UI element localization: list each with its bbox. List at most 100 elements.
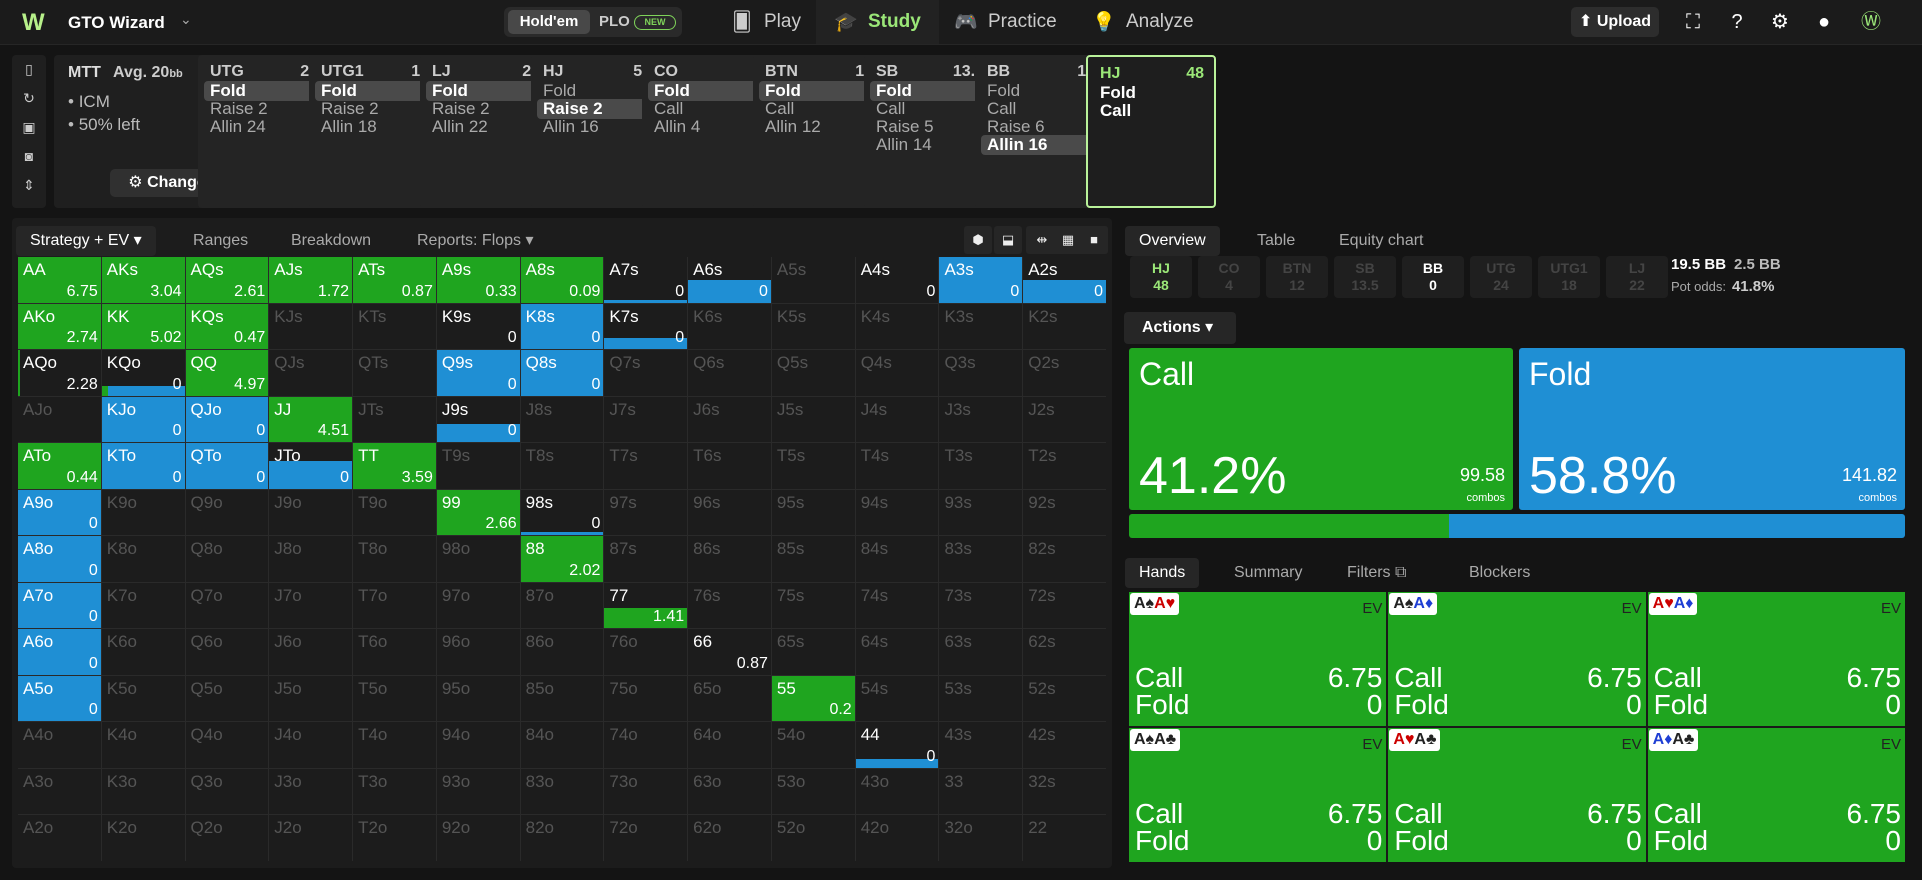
- hand-cell[interactable]: 43o: [855, 768, 939, 815]
- hand-cell[interactable]: A9o 0: [18, 489, 101, 536]
- hand-cell[interactable]: T6s: [688, 443, 771, 489]
- position-action[interactable]: Fold: [537, 81, 655, 101]
- hand-cell[interactable]: J4o: [269, 722, 353, 768]
- tab-table[interactable]: Table: [1257, 226, 1295, 256]
- hand-cell[interactable]: Q7o: [185, 582, 269, 629]
- hand-cell[interactable]: 22: [1023, 815, 1106, 861]
- position-action[interactable]: Allin 12: [759, 117, 877, 137]
- hand-cell[interactable]: 84o: [520, 722, 604, 768]
- hand-cell[interactable]: KK 5.02: [101, 303, 185, 350]
- actions-dropdown[interactable]: Actions ▾: [1124, 312, 1236, 344]
- hand-cell[interactable]: J3s: [939, 396, 1023, 443]
- position-action[interactable]: Call: [981, 99, 1099, 119]
- hand-cell[interactable]: 62s: [1023, 629, 1106, 675]
- position-action[interactable]: Allin 24: [204, 117, 322, 137]
- position-action[interactable]: Fold: [315, 81, 433, 101]
- hand-cell[interactable]: J4s: [855, 396, 939, 443]
- hand-cell[interactable]: 54o: [771, 722, 855, 768]
- hand-cell[interactable]: 97o: [436, 582, 520, 629]
- gamepad-icon[interactable]: ◙: [12, 142, 46, 171]
- hand-cell[interactable]: Q7s: [604, 350, 688, 396]
- hand-cell[interactable]: T3s: [939, 443, 1023, 489]
- position-card-hj[interactable]: HJ 48 Fold Call: [1086, 55, 1216, 208]
- tab-reports-flops[interactable]: Reports: Flops ▾: [417, 226, 534, 256]
- position-action[interactable]: Fold: [981, 81, 1099, 101]
- hand-cell[interactable]: KJs: [269, 303, 353, 350]
- hand-cell[interactable]: JTs: [353, 396, 436, 443]
- hand-cell[interactable]: K6o: [101, 629, 185, 675]
- bookmark-icon[interactable]: ▯: [12, 55, 46, 84]
- hand-cell[interactable]: Q2o: [185, 815, 269, 861]
- hand-cell[interactable]: 63o: [688, 768, 771, 815]
- seat-hj[interactable]: HJ 48: [1130, 256, 1192, 298]
- hand-combo-card[interactable]: A♥A♣ EV Call 6.75 Fold 0: [1388, 728, 1646, 862]
- hand-cell[interactable]: T5s: [771, 443, 855, 489]
- compact-view-icon[interactable]: ⇹: [1028, 226, 1056, 254]
- hand-cell[interactable]: Q5s: [771, 350, 855, 396]
- hand-cell[interactable]: 73o: [604, 768, 688, 815]
- app-name[interactable]: GTO Wizard: [68, 13, 165, 33]
- hand-cell[interactable]: K8o: [101, 536, 185, 582]
- hand-cell[interactable]: A8s 0.09: [520, 257, 604, 303]
- hand-cell[interactable]: 93s: [939, 489, 1023, 536]
- tab-summary[interactable]: Summary: [1234, 558, 1302, 588]
- hand-cell[interactable]: A6o 0: [18, 629, 101, 675]
- hand-cell[interactable]: A5s: [771, 257, 855, 303]
- hand-cell[interactable]: K4o: [101, 722, 185, 768]
- hand-cell[interactable]: Q5o: [185, 675, 269, 722]
- hand-cell[interactable]: A4o: [18, 722, 101, 768]
- account-icon[interactable]: ●: [1811, 9, 1837, 35]
- hand-cell[interactable]: 99 2.66: [436, 489, 520, 536]
- hand-cell[interactable]: A7o 0: [18, 582, 101, 629]
- position-action[interactable]: Raise 2: [315, 99, 433, 119]
- hand-cell[interactable]: AA 6.75: [18, 257, 101, 303]
- seat-bb[interactable]: BB 0: [1402, 256, 1464, 298]
- hand-cell[interactable]: 95s: [771, 489, 855, 536]
- hand-cell[interactable]: A9s 0.33: [436, 257, 520, 303]
- hand-cell[interactable]: J7o: [269, 582, 353, 629]
- position-action[interactable]: Fold: [759, 81, 877, 101]
- hand-cell[interactable]: J2o: [269, 815, 353, 861]
- hand-cell[interactable]: 94s: [855, 489, 939, 536]
- hand-cell[interactable]: 96s: [688, 489, 771, 536]
- tab-filters[interactable]: Filters ⧉: [1347, 558, 1406, 588]
- hand-cell[interactable]: A7s 0: [604, 257, 688, 303]
- hand-cell[interactable]: T4s: [855, 443, 939, 489]
- hand-cell[interactable]: 74o: [604, 722, 688, 768]
- hand-combo-card[interactable]: A♦A♣ EV Call 6.75 Fold 0: [1647, 728, 1905, 862]
- hand-cell[interactable]: AQo 2.28: [18, 350, 101, 396]
- hand-cell[interactable]: K5o: [101, 675, 185, 722]
- seat-utg[interactable]: UTG 24: [1470, 256, 1532, 298]
- hand-cell[interactable]: 85s: [771, 536, 855, 582]
- expand-icon[interactable]: ⇕: [12, 171, 46, 200]
- tab-strategy-ev[interactable]: Strategy + EV ▾: [16, 226, 156, 256]
- nav-study[interactable]: 🎓 Study: [816, 0, 939, 44]
- hand-cell[interactable]: 92s: [1023, 489, 1106, 536]
- hand-cell[interactable]: KJo 0: [101, 396, 185, 443]
- hand-cell[interactable]: 32o: [939, 815, 1023, 861]
- hand-cell[interactable]: T7o: [353, 582, 436, 629]
- tab-hands[interactable]: Hands: [1125, 558, 1200, 588]
- hand-cell[interactable]: T5o: [353, 675, 436, 722]
- hand-cell[interactable]: K6s: [688, 303, 771, 350]
- hand-cell[interactable]: K3o: [101, 768, 185, 815]
- cube-view-icon[interactable]: ⬢: [964, 226, 992, 254]
- hand-cell[interactable]: 93o: [436, 768, 520, 815]
- hand-cell[interactable]: AJo: [18, 396, 101, 443]
- seat-utg1[interactable]: UTG1 18: [1538, 256, 1600, 298]
- hand-cell[interactable]: 32s: [1023, 768, 1106, 815]
- hand-cell[interactable]: A3o: [18, 768, 101, 815]
- action-call-card[interactable]: Call 41.2% 99.58 combos: [1129, 348, 1513, 510]
- seat-lj[interactable]: LJ 22: [1606, 256, 1668, 298]
- position-action[interactable]: Fold: [426, 81, 544, 101]
- position-action[interactable]: Fold: [648, 81, 766, 101]
- position-action[interactable]: Allin 14: [870, 135, 988, 155]
- hand-cell[interactable]: Q3o: [185, 768, 269, 815]
- hand-cell[interactable]: T8o: [353, 536, 436, 582]
- hand-cell[interactable]: KTo 0: [101, 443, 185, 489]
- hand-cell[interactable]: J8o: [269, 536, 353, 582]
- position-action[interactable]: Allin 16: [537, 117, 655, 137]
- hand-cell[interactable]: K9s 0: [436, 303, 520, 350]
- seat-co[interactable]: CO 4: [1198, 256, 1260, 298]
- hand-cell[interactable]: 44 0: [855, 722, 939, 768]
